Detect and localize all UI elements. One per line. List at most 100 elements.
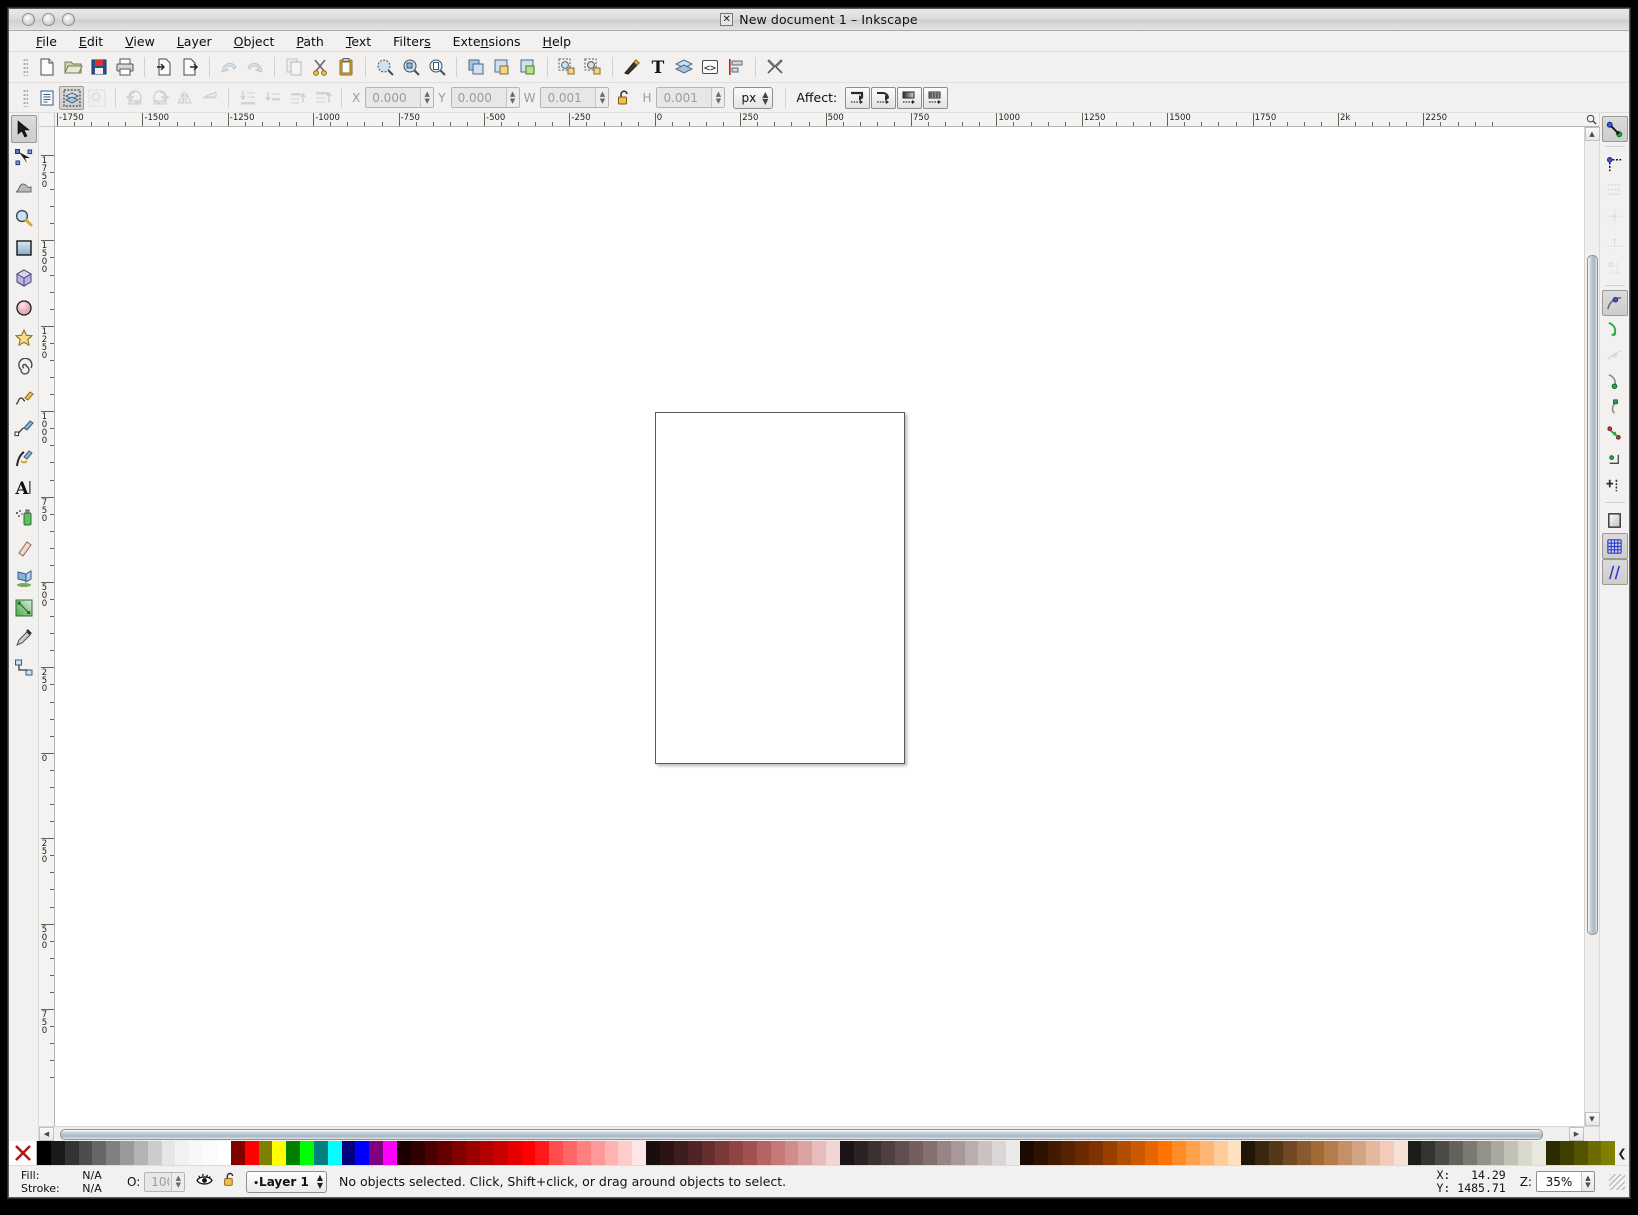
window-resize-grip[interactable] bbox=[1609, 1174, 1625, 1190]
pencil-tool[interactable] bbox=[11, 383, 37, 413]
fill-stroke-indicator[interactable]: Fill: Stroke: N/A N/A bbox=[13, 1169, 109, 1195]
affect-patterns-icon[interactable] bbox=[923, 87, 948, 109]
palette-swatch[interactable] bbox=[175, 1141, 189, 1165]
palette-swatch[interactable] bbox=[342, 1141, 356, 1165]
palette-swatch[interactable] bbox=[1158, 1141, 1172, 1165]
palette-swatch[interactable] bbox=[715, 1141, 729, 1165]
palette-swatch[interactable] bbox=[1352, 1141, 1366, 1165]
palette-swatch[interactable] bbox=[1186, 1141, 1200, 1165]
palette-swatch[interactable] bbox=[522, 1141, 536, 1165]
affect-stroke-width-icon[interactable] bbox=[845, 87, 870, 109]
palette-swatch[interactable] bbox=[314, 1141, 328, 1165]
palette-swatch[interactable] bbox=[217, 1141, 231, 1165]
scroll-down-arrow[interactable]: ▼ bbox=[1585, 1112, 1600, 1126]
eye-icon[interactable] bbox=[195, 1172, 214, 1191]
palette-swatch[interactable] bbox=[1297, 1141, 1311, 1165]
palette-swatch[interactable] bbox=[937, 1141, 951, 1165]
snap-object-rotation-icon[interactable] bbox=[1602, 472, 1628, 498]
palette-swatch[interactable] bbox=[674, 1141, 688, 1165]
palette-swatch[interactable] bbox=[79, 1141, 93, 1165]
x-field-stepper[interactable]: ▲▼ bbox=[420, 88, 433, 107]
palette-swatch[interactable] bbox=[369, 1141, 383, 1165]
deselect-icon[interactable] bbox=[84, 86, 109, 110]
palette-swatch[interactable] bbox=[148, 1141, 162, 1165]
vertical-ruler[interactable]: 17501500125010007505002500250500750 bbox=[39, 127, 55, 1126]
palette-swatch[interactable] bbox=[1366, 1141, 1380, 1165]
palette-swatch[interactable] bbox=[840, 1141, 854, 1165]
opacity-stepper[interactable]: ▲▼ bbox=[171, 1173, 184, 1191]
width-field[interactable]: ▲▼ bbox=[540, 87, 609, 108]
rotate-ccw-icon[interactable] bbox=[122, 86, 147, 110]
menu-edit[interactable]: Edit bbox=[68, 32, 114, 51]
opacity-field[interactable]: ▲▼ bbox=[144, 1172, 185, 1192]
calligraphy-tool[interactable] bbox=[11, 443, 37, 473]
y-field[interactable]: ▲▼ bbox=[451, 87, 520, 108]
palette-swatch[interactable] bbox=[425, 1141, 439, 1165]
unclone-icon[interactable] bbox=[580, 54, 606, 80]
palette-swatch[interactable] bbox=[1601, 1141, 1615, 1165]
palette-swatch[interactable] bbox=[355, 1141, 369, 1165]
palette-swatch[interactable] bbox=[1145, 1141, 1159, 1165]
palette-swatch[interactable] bbox=[438, 1141, 452, 1165]
palette-swatch[interactable] bbox=[909, 1141, 923, 1165]
palette-swatch[interactable] bbox=[1463, 1141, 1477, 1165]
palette-swatch[interactable] bbox=[328, 1141, 342, 1165]
palette-swatch[interactable] bbox=[549, 1141, 563, 1165]
new-document-icon[interactable] bbox=[34, 54, 60, 80]
save-document-icon[interactable] bbox=[86, 54, 112, 80]
palette-swatch[interactable] bbox=[1518, 1141, 1532, 1165]
palette-swatch[interactable] bbox=[868, 1141, 882, 1165]
scroll-right-arrow[interactable]: ▶ bbox=[1569, 1127, 1584, 1141]
spiral-tool[interactable] bbox=[11, 353, 37, 383]
import-icon[interactable] bbox=[151, 54, 177, 80]
palette-swatch[interactable] bbox=[591, 1141, 605, 1165]
menu-path[interactable]: Path bbox=[285, 32, 334, 51]
menu-filters[interactable]: Filters bbox=[382, 32, 441, 51]
palette-swatch[interactable] bbox=[702, 1141, 716, 1165]
palette-swatch[interactable] bbox=[245, 1141, 259, 1165]
zoom-field[interactable]: 35% ▲▼ bbox=[1536, 1171, 1595, 1192]
palette-swatch[interactable] bbox=[272, 1141, 286, 1165]
preferences-icon[interactable] bbox=[762, 54, 788, 80]
palette-swatch[interactable] bbox=[1588, 1141, 1602, 1165]
menu-extensions[interactable]: Extensions bbox=[442, 32, 532, 51]
document-page[interactable] bbox=[655, 412, 905, 764]
xml-editor-icon[interactable]: <> bbox=[697, 54, 723, 80]
palette-swatch[interactable] bbox=[1103, 1141, 1117, 1165]
flip-vertical-icon[interactable] bbox=[197, 86, 222, 110]
none-color-x-icon[interactable] bbox=[9, 1141, 37, 1165]
palette-swatch[interactable] bbox=[660, 1141, 674, 1165]
palette-swatch[interactable] bbox=[1435, 1141, 1449, 1165]
palette-swatch[interactable] bbox=[1020, 1141, 1034, 1165]
palette-swatch[interactable] bbox=[1131, 1141, 1145, 1165]
palette-swatch[interactable] bbox=[1241, 1141, 1255, 1165]
zoom-control[interactable]: Z: 35% ▲▼ bbox=[1520, 1171, 1595, 1192]
text-tool[interactable]: A bbox=[11, 473, 37, 503]
palette-swatch[interactable] bbox=[259, 1141, 273, 1165]
x-field[interactable]: ▲▼ bbox=[365, 87, 434, 108]
menu-object[interactable]: Object bbox=[223, 32, 286, 51]
align-dialog-icon[interactable] bbox=[723, 54, 749, 80]
toolbar-grip[interactable] bbox=[23, 89, 28, 107]
spray-tool[interactable] bbox=[11, 503, 37, 533]
palette-swatch[interactable] bbox=[120, 1141, 134, 1165]
snap-bbox-corner-icon[interactable] bbox=[1602, 203, 1628, 229]
y-field-stepper[interactable]: ▲▼ bbox=[506, 88, 519, 107]
palette-swatch[interactable] bbox=[411, 1141, 425, 1165]
ellipse-tool[interactable] bbox=[11, 293, 37, 323]
snap-bbox-edge-midpoint-icon[interactable] bbox=[1602, 229, 1628, 255]
palette-swatch[interactable] bbox=[1269, 1141, 1283, 1165]
zoom-drawing-icon[interactable] bbox=[398, 54, 424, 80]
zoom-stepper[interactable]: ▲▼ bbox=[1581, 1172, 1594, 1191]
lower-to-bottom-icon[interactable] bbox=[235, 86, 260, 110]
height-field-stepper[interactable]: ▲▼ bbox=[711, 88, 724, 107]
palette-swatch[interactable] bbox=[1477, 1141, 1491, 1165]
unlocked-icon[interactable] bbox=[222, 1171, 238, 1192]
palette-swatch[interactable] bbox=[1172, 1141, 1186, 1165]
palette-swatch[interactable] bbox=[1324, 1141, 1338, 1165]
lower-icon[interactable] bbox=[260, 86, 285, 110]
toolbar-grip[interactable] bbox=[23, 58, 28, 76]
width-field-stepper[interactable]: ▲▼ bbox=[595, 88, 608, 107]
palette-swatch[interactable] bbox=[965, 1141, 979, 1165]
palette-swatch[interactable] bbox=[563, 1141, 577, 1165]
